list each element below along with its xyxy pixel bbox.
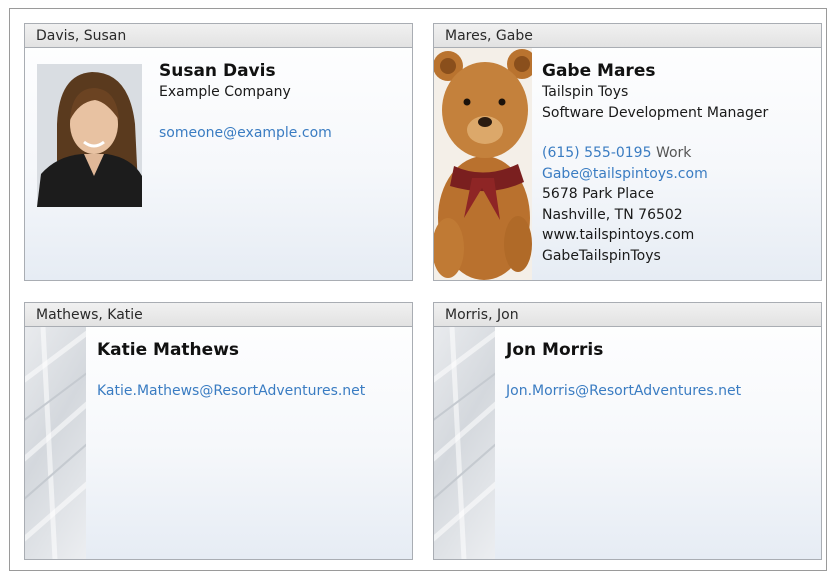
card-header[interactable]: Morris, Jon: [434, 303, 821, 327]
contact-name: Jon Morris: [506, 340, 604, 360]
contact-photo: [434, 48, 532, 280]
card-header[interactable]: Mares, Gabe: [434, 24, 821, 48]
contact-name: Susan Davis: [159, 61, 276, 81]
address-line-1: 5678 Park Place: [542, 186, 655, 202]
contact-card-katie-mathews[interactable]: Mathews, Katie Katie Mathews Katie.Mathe…: [24, 302, 413, 560]
phone-type-label: Work: [655, 145, 692, 161]
im-address: GabeTailspinToys: [542, 247, 661, 264]
contact-name: Katie Mathews: [97, 340, 240, 360]
email-link[interactable]: Katie.Mathews@ResortAdventures.net: [97, 381, 365, 402]
email-link[interactable]: Gabe@tailspintoys.com: [542, 164, 768, 185]
card-header[interactable]: Davis, Susan: [25, 24, 412, 48]
company-name: Example Company: [159, 84, 291, 100]
job-title: Software Development Manager: [542, 104, 769, 121]
address-line-2: Nashville, TN 76502: [542, 206, 683, 223]
contact-card-gabe-mares[interactable]: Mares, Gabe Gabe Mares Tailspin Toys Sof…: [433, 23, 822, 281]
contact-card-jon-morris[interactable]: Morris, Jon Jon Morris Jon.Morris@Resort…: [433, 302, 822, 560]
placeholder-photo: [434, 327, 495, 559]
placeholder-photo: [25, 327, 86, 559]
phone-row: (615) 555-0195 Work: [542, 143, 768, 164]
website: www.tailspintoys.com: [542, 227, 695, 243]
email-link[interactable]: someone@example.com: [159, 123, 332, 144]
company-name: Tailspin Toys: [542, 84, 629, 100]
contact-photo: [37, 64, 142, 207]
phone-link[interactable]: (615) 555-0195: [542, 145, 652, 161]
contact-card-susan-davis[interactable]: Davis, Susan Susan Davis Example Company…: [24, 23, 413, 281]
contact-name: Gabe Mares: [542, 61, 656, 81]
email-link[interactable]: Jon.Morris@ResortAdventures.net: [506, 381, 741, 402]
card-header[interactable]: Mathews, Katie: [25, 303, 412, 327]
